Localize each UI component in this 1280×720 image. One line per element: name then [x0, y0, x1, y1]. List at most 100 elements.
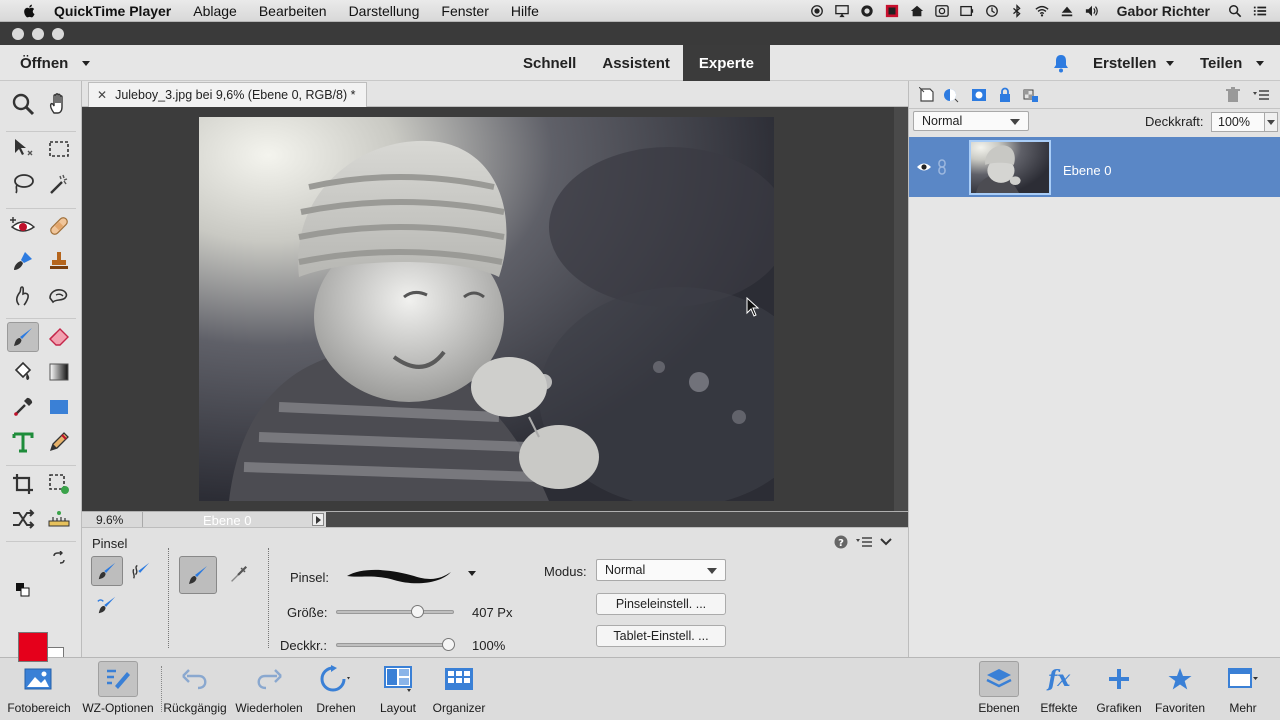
window-minimize-button[interactable]: [32, 28, 44, 40]
eyedropper-tool[interactable]: [7, 392, 39, 422]
record-icon[interactable]: [809, 4, 825, 18]
layer-opacity-input[interactable]: 100%: [1211, 112, 1266, 132]
content-aware-move-tool[interactable]: [7, 504, 39, 534]
link-icon[interactable]: [937, 159, 947, 175]
hand-tool[interactable]: [43, 89, 75, 119]
spotlight-search-icon[interactable]: [1227, 4, 1243, 18]
menubar-user-name[interactable]: Gabor Richter: [1117, 3, 1210, 19]
more-button[interactable]: Mehr: [1218, 658, 1268, 719]
redo-button[interactable]: Wiederholen: [232, 658, 306, 719]
graphics-button[interactable]: Grafiken: [1094, 658, 1144, 719]
brush-settings-button[interactable]: Pinseleinstell. ...: [596, 593, 726, 615]
brush-variant-brush[interactable]: [91, 556, 123, 586]
brush-tool[interactable]: [7, 322, 39, 352]
foreground-color-swatch[interactable]: [18, 632, 48, 662]
default-colors-icon[interactable]: [16, 583, 30, 597]
document-photo[interactable]: [199, 117, 774, 501]
close-tab-icon[interactable]: ✕: [97, 88, 107, 102]
menu-app-name[interactable]: QuickTime Player: [54, 3, 171, 19]
airplay-icon[interactable]: [834, 4, 850, 18]
opacity-value[interactable]: 100%: [472, 638, 505, 653]
layer-mask-icon[interactable]: [971, 87, 987, 103]
document-tab[interactable]: ✕ Juleboy_3.jpg bei 9,6% (Ebene 0, RGB/8…: [88, 82, 367, 107]
status-menu-arrow[interactable]: [312, 513, 324, 526]
size-slider[interactable]: [336, 605, 454, 618]
quick-selection-tool[interactable]: [43, 169, 75, 199]
brush-mode-paint[interactable]: [179, 556, 217, 594]
zoom-tool[interactable]: [7, 89, 39, 119]
help-icon[interactable]: ?: [834, 535, 848, 549]
brush-variant-impressionist[interactable]: [125, 556, 157, 586]
move-tool[interactable]: [7, 134, 39, 164]
smart-brush-tool[interactable]: [7, 246, 39, 276]
lock-all-icon[interactable]: [997, 87, 1013, 103]
canvas-vertical-scrollbar[interactable]: [894, 107, 908, 511]
paint-bucket-tool[interactable]: [7, 357, 39, 387]
opacity-slider[interactable]: [336, 638, 455, 651]
layer-blend-mode-select[interactable]: Normal: [913, 111, 1029, 131]
eye-visibility-icon[interactable]: [916, 161, 932, 173]
tablet-settings-button[interactable]: Tablet-Einstell. ...: [596, 625, 726, 647]
eraser-tool[interactable]: [43, 322, 75, 352]
time-machine-icon[interactable]: [984, 4, 1000, 18]
open-button[interactable]: Öffnen: [20, 45, 91, 81]
panel-menu-icon[interactable]: [1253, 87, 1269, 103]
brush-stroke-preview[interactable]: [344, 564, 454, 586]
menu-bearbeiten[interactable]: Bearbeiten: [259, 3, 327, 19]
red-eye-tool[interactable]: [7, 211, 39, 241]
lasso-tool[interactable]: [7, 169, 39, 199]
menu-ablage[interactable]: Ablage: [193, 3, 237, 19]
network-icon[interactable]: [934, 4, 950, 18]
organizer-button[interactable]: Organizer: [428, 658, 490, 719]
undo-button[interactable]: Rückgängig: [160, 658, 230, 719]
adjustment-layer-icon[interactable]: [943, 87, 959, 103]
tab-assistent[interactable]: Assistent: [589, 45, 683, 81]
pencil-tool[interactable]: [43, 427, 75, 457]
bluetooth-icon[interactable]: [1009, 4, 1025, 18]
rectangular-marquee-tool[interactable]: [43, 134, 75, 164]
blend-mode-select[interactable]: Normal: [596, 559, 726, 581]
tool-options-button[interactable]: WZ-Optionen: [78, 658, 158, 719]
size-value[interactable]: 407 Px: [472, 605, 512, 620]
straighten-tool[interactable]: [43, 504, 75, 534]
create-button[interactable]: Erstellen: [1093, 45, 1175, 81]
opacity-slider-handle[interactable]: [442, 638, 455, 651]
horizontal-scrollbar[interactable]: [326, 512, 908, 527]
brush-picker-dropdown-icon[interactable]: [468, 571, 476, 576]
eject-icon[interactable]: [1059, 4, 1075, 18]
sponge-tool[interactable]: [43, 281, 75, 311]
window-close-button[interactable]: [12, 28, 24, 40]
share-button[interactable]: Teilen: [1200, 45, 1265, 81]
rotate-button[interactable]: Drehen: [306, 658, 366, 719]
brush-variant-color-replacement[interactable]: [91, 590, 123, 620]
brush-mode-airbrush[interactable]: [222, 560, 254, 590]
favorites-button[interactable]: Favoriten: [1152, 658, 1208, 719]
gradient-tool[interactable]: [43, 357, 75, 387]
zoom-level[interactable]: 9.6%: [96, 513, 123, 527]
layer-opacity-dropdown[interactable]: [1264, 112, 1278, 132]
layer-name-label[interactable]: Ebene 0: [1063, 163, 1111, 178]
panel-menu-icon[interactable]: [856, 536, 872, 548]
crop-tool[interactable]: [7, 469, 39, 499]
layers-button[interactable]: Ebenen: [976, 658, 1022, 719]
tab-schnell[interactable]: Schnell: [510, 45, 589, 81]
photo-bin-button[interactable]: Fotobereich: [4, 658, 74, 719]
trash-icon[interactable]: [1225, 87, 1241, 103]
effects-button[interactable]: fx Effekte: [1036, 658, 1082, 719]
blur-tool[interactable]: [7, 281, 39, 311]
layer-thumbnail[interactable]: [969, 140, 1051, 195]
tab-experte[interactable]: Experte: [682, 45, 770, 81]
notification-list-icon[interactable]: [1252, 4, 1268, 18]
cc-icon[interactable]: [859, 4, 875, 18]
image-canvas[interactable]: [82, 107, 894, 511]
volume-icon[interactable]: [1084, 4, 1100, 18]
apple-icon[interactable]: [20, 3, 40, 19]
lock-transparency-icon[interactable]: [1023, 87, 1039, 103]
size-slider-handle[interactable]: [410, 605, 424, 618]
layer-row[interactable]: Ebene 0: [909, 137, 1280, 197]
menu-hilfe[interactable]: Hilfe: [511, 3, 539, 19]
shape-tool[interactable]: [43, 392, 75, 422]
app-icon[interactable]: [884, 4, 900, 18]
clone-stamp-tool[interactable]: [43, 246, 75, 276]
home-icon[interactable]: [909, 4, 925, 18]
